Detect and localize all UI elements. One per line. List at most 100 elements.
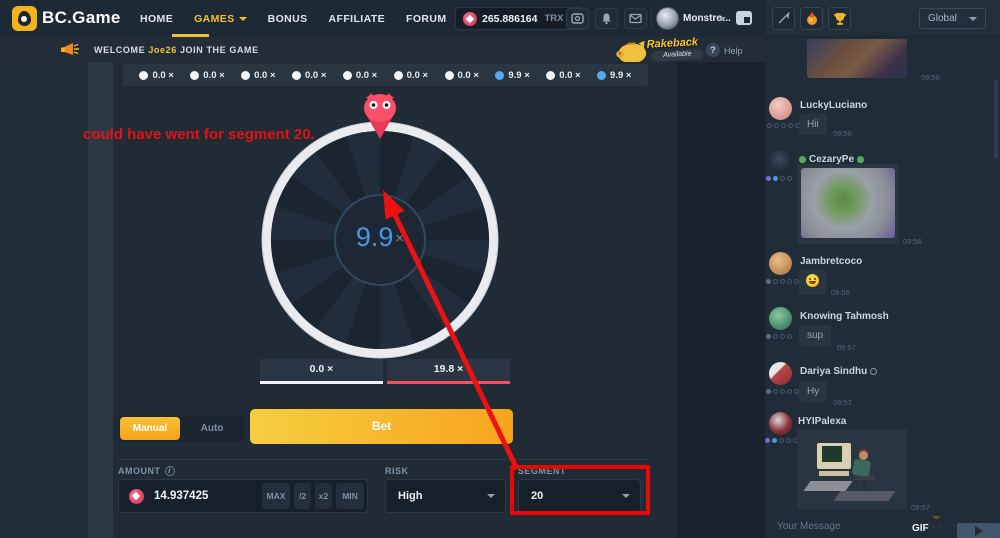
- multiplier-history-bar: 0.0 × 0.0 × 0.0 × 0.0 × 0.0 × 0.0 × 0.0 …: [123, 64, 648, 86]
- amount-half-button[interactable]: /2: [294, 483, 311, 509]
- amount-max-button[interactable]: MAX: [262, 483, 290, 509]
- top-navbar: BC.Game HOME GAMES BONUS AFFILIATE FORUM…: [0, 0, 765, 37]
- vault-icon: [571, 12, 584, 25]
- gif-image: [807, 39, 907, 78]
- user-avatar[interactable]: [769, 307, 792, 330]
- gif-image: [801, 168, 895, 238]
- megaphone-icon: [60, 42, 82, 58]
- user-level-badges: [767, 123, 800, 128]
- history-chip: 0.0 ×: [343, 70, 377, 81]
- history-chip: 0.0 ×: [394, 70, 428, 81]
- message-time: 09:56: [833, 129, 852, 138]
- chat-username[interactable]: Knowing Tahmosh: [800, 311, 889, 322]
- leaderboard-button[interactable]: [828, 7, 851, 30]
- divider: [118, 459, 648, 460]
- chat-username[interactable]: HYIPalexa: [798, 416, 846, 427]
- help-label[interactable]: Help: [724, 46, 743, 56]
- balance-currency: TRX: [544, 13, 563, 24]
- nav-item-bonus[interactable]: BONUS: [268, 13, 308, 25]
- chevron-down-icon[interactable]: [718, 17, 726, 21]
- bcgame-logo-text[interactable]: BC.Game: [42, 8, 121, 28]
- annotation-highlight-box: [510, 465, 650, 515]
- chat-header: Global: [765, 0, 1000, 37]
- mode-toggle: Manual Auto: [118, 415, 244, 442]
- vault-button[interactable]: [566, 8, 589, 29]
- wheel-multiplier: 9.9×: [345, 222, 415, 258]
- user-avatar[interactable]: [769, 362, 792, 385]
- risk-dropdown[interactable]: High: [385, 479, 506, 513]
- message-time: 09:56: [903, 237, 922, 246]
- manual-mode-button[interactable]: Manual: [120, 417, 180, 440]
- alien-emoji-icon: [857, 156, 864, 163]
- chat-region-dropdown[interactable]: Global: [919, 8, 986, 29]
- bet-button[interactable]: Bet: [250, 409, 513, 444]
- result-tab-low[interactable]: 0.0 ×: [260, 359, 383, 384]
- notifications-button[interactable]: [595, 8, 618, 29]
- chat-username[interactable]: Dariya Sindhu: [800, 366, 877, 377]
- nav-item-games[interactable]: GAMES: [194, 13, 247, 25]
- user-level-badges: [766, 389, 799, 394]
- auto-mode-button[interactable]: Auto: [180, 423, 244, 434]
- trx-coin-icon: [463, 12, 477, 26]
- user-avatar[interactable]: [769, 150, 792, 173]
- info-icon[interactable]: i: [165, 466, 175, 476]
- chat-message-bubble: [797, 429, 907, 509]
- chat-messages: 09:56 LuckyLuciano Hii 09:56 CezaryPe 09…: [765, 37, 1000, 538]
- user-level-badges: [765, 438, 798, 443]
- chat-message-bubble: [797, 164, 899, 244]
- chat-message-bubble: Hy: [799, 381, 827, 402]
- amount-input[interactable]: [152, 489, 262, 503]
- fireball-icon: [805, 12, 819, 26]
- annotation-text: could have went for segment 20.: [83, 126, 373, 143]
- chevron-down-icon: [487, 494, 495, 498]
- message-time: 09:57: [833, 398, 852, 407]
- message-time: 09:57: [837, 343, 856, 352]
- gif-button[interactable]: GIF: [912, 523, 929, 534]
- mail-button[interactable]: [624, 8, 647, 29]
- amount-min-button[interactable]: MIN: [336, 483, 364, 509]
- chat-message-input[interactable]: [775, 520, 895, 533]
- chat-message-bubble: sup: [799, 325, 831, 346]
- chat-message-bubble: [799, 269, 826, 295]
- chat-username[interactable]: LuckyLuciano: [800, 100, 867, 111]
- rakeback-badge[interactable]: Rakeback Available: [614, 36, 710, 65]
- send-message-button[interactable]: [957, 523, 1000, 538]
- gif-image: [797, 429, 907, 509]
- hot-games-button[interactable]: [800, 7, 823, 30]
- user-avatar[interactable]: [656, 7, 679, 30]
- user-avatar[interactable]: [769, 412, 792, 435]
- history-chip: 9.9 ×: [495, 70, 529, 81]
- chat-message-bubble: Hii: [799, 114, 827, 135]
- user-avatar[interactable]: [769, 252, 792, 275]
- chat-rules-button[interactable]: [772, 7, 795, 30]
- amount-field: MAX /2 x2 MIN: [118, 479, 368, 513]
- envelope-icon: [629, 13, 642, 24]
- chat-bubble-icon: [736, 11, 752, 25]
- chat-scrollbar[interactable]: [994, 79, 998, 159]
- nav-menu: HOME GAMES BONUS AFFILIATE FORUM: [140, 0, 447, 37]
- amount-double-button[interactable]: x2: [315, 483, 332, 509]
- chat-toggle-button[interactable]: [736, 11, 752, 25]
- history-chip: 0.0 ×: [241, 70, 275, 81]
- nav-item-forum[interactable]: FORUM: [406, 13, 447, 25]
- message-time: 09:56: [831, 288, 850, 297]
- nav-item-home[interactable]: HOME: [140, 13, 173, 25]
- risk-label: RISK: [385, 466, 409, 476]
- user-level-badges: [766, 176, 792, 181]
- nav-item-affiliate[interactable]: AFFILIATE: [329, 13, 385, 25]
- message-time: 09:56: [921, 73, 940, 82]
- amount-label: AMOUNTi: [118, 466, 175, 476]
- alien-emoji-icon: [799, 156, 806, 163]
- history-chip: 0.0 ×: [546, 70, 580, 81]
- user-avatar[interactable]: [769, 97, 792, 120]
- bcgame-logo-icon[interactable]: [12, 6, 37, 31]
- chevron-down-icon: [239, 17, 247, 21]
- laughing-emoji-icon: [806, 274, 819, 287]
- left-sidebar-collapsed: [0, 62, 88, 538]
- help-icon[interactable]: ?: [706, 43, 720, 57]
- history-chip: 0.0 ×: [292, 70, 326, 81]
- balance-value: 265.886164: [482, 13, 537, 25]
- result-tab-high[interactable]: 19.8 ×: [387, 359, 510, 384]
- chat-username[interactable]: Jambretcoco: [800, 256, 862, 267]
- quill-icon: [777, 12, 790, 25]
